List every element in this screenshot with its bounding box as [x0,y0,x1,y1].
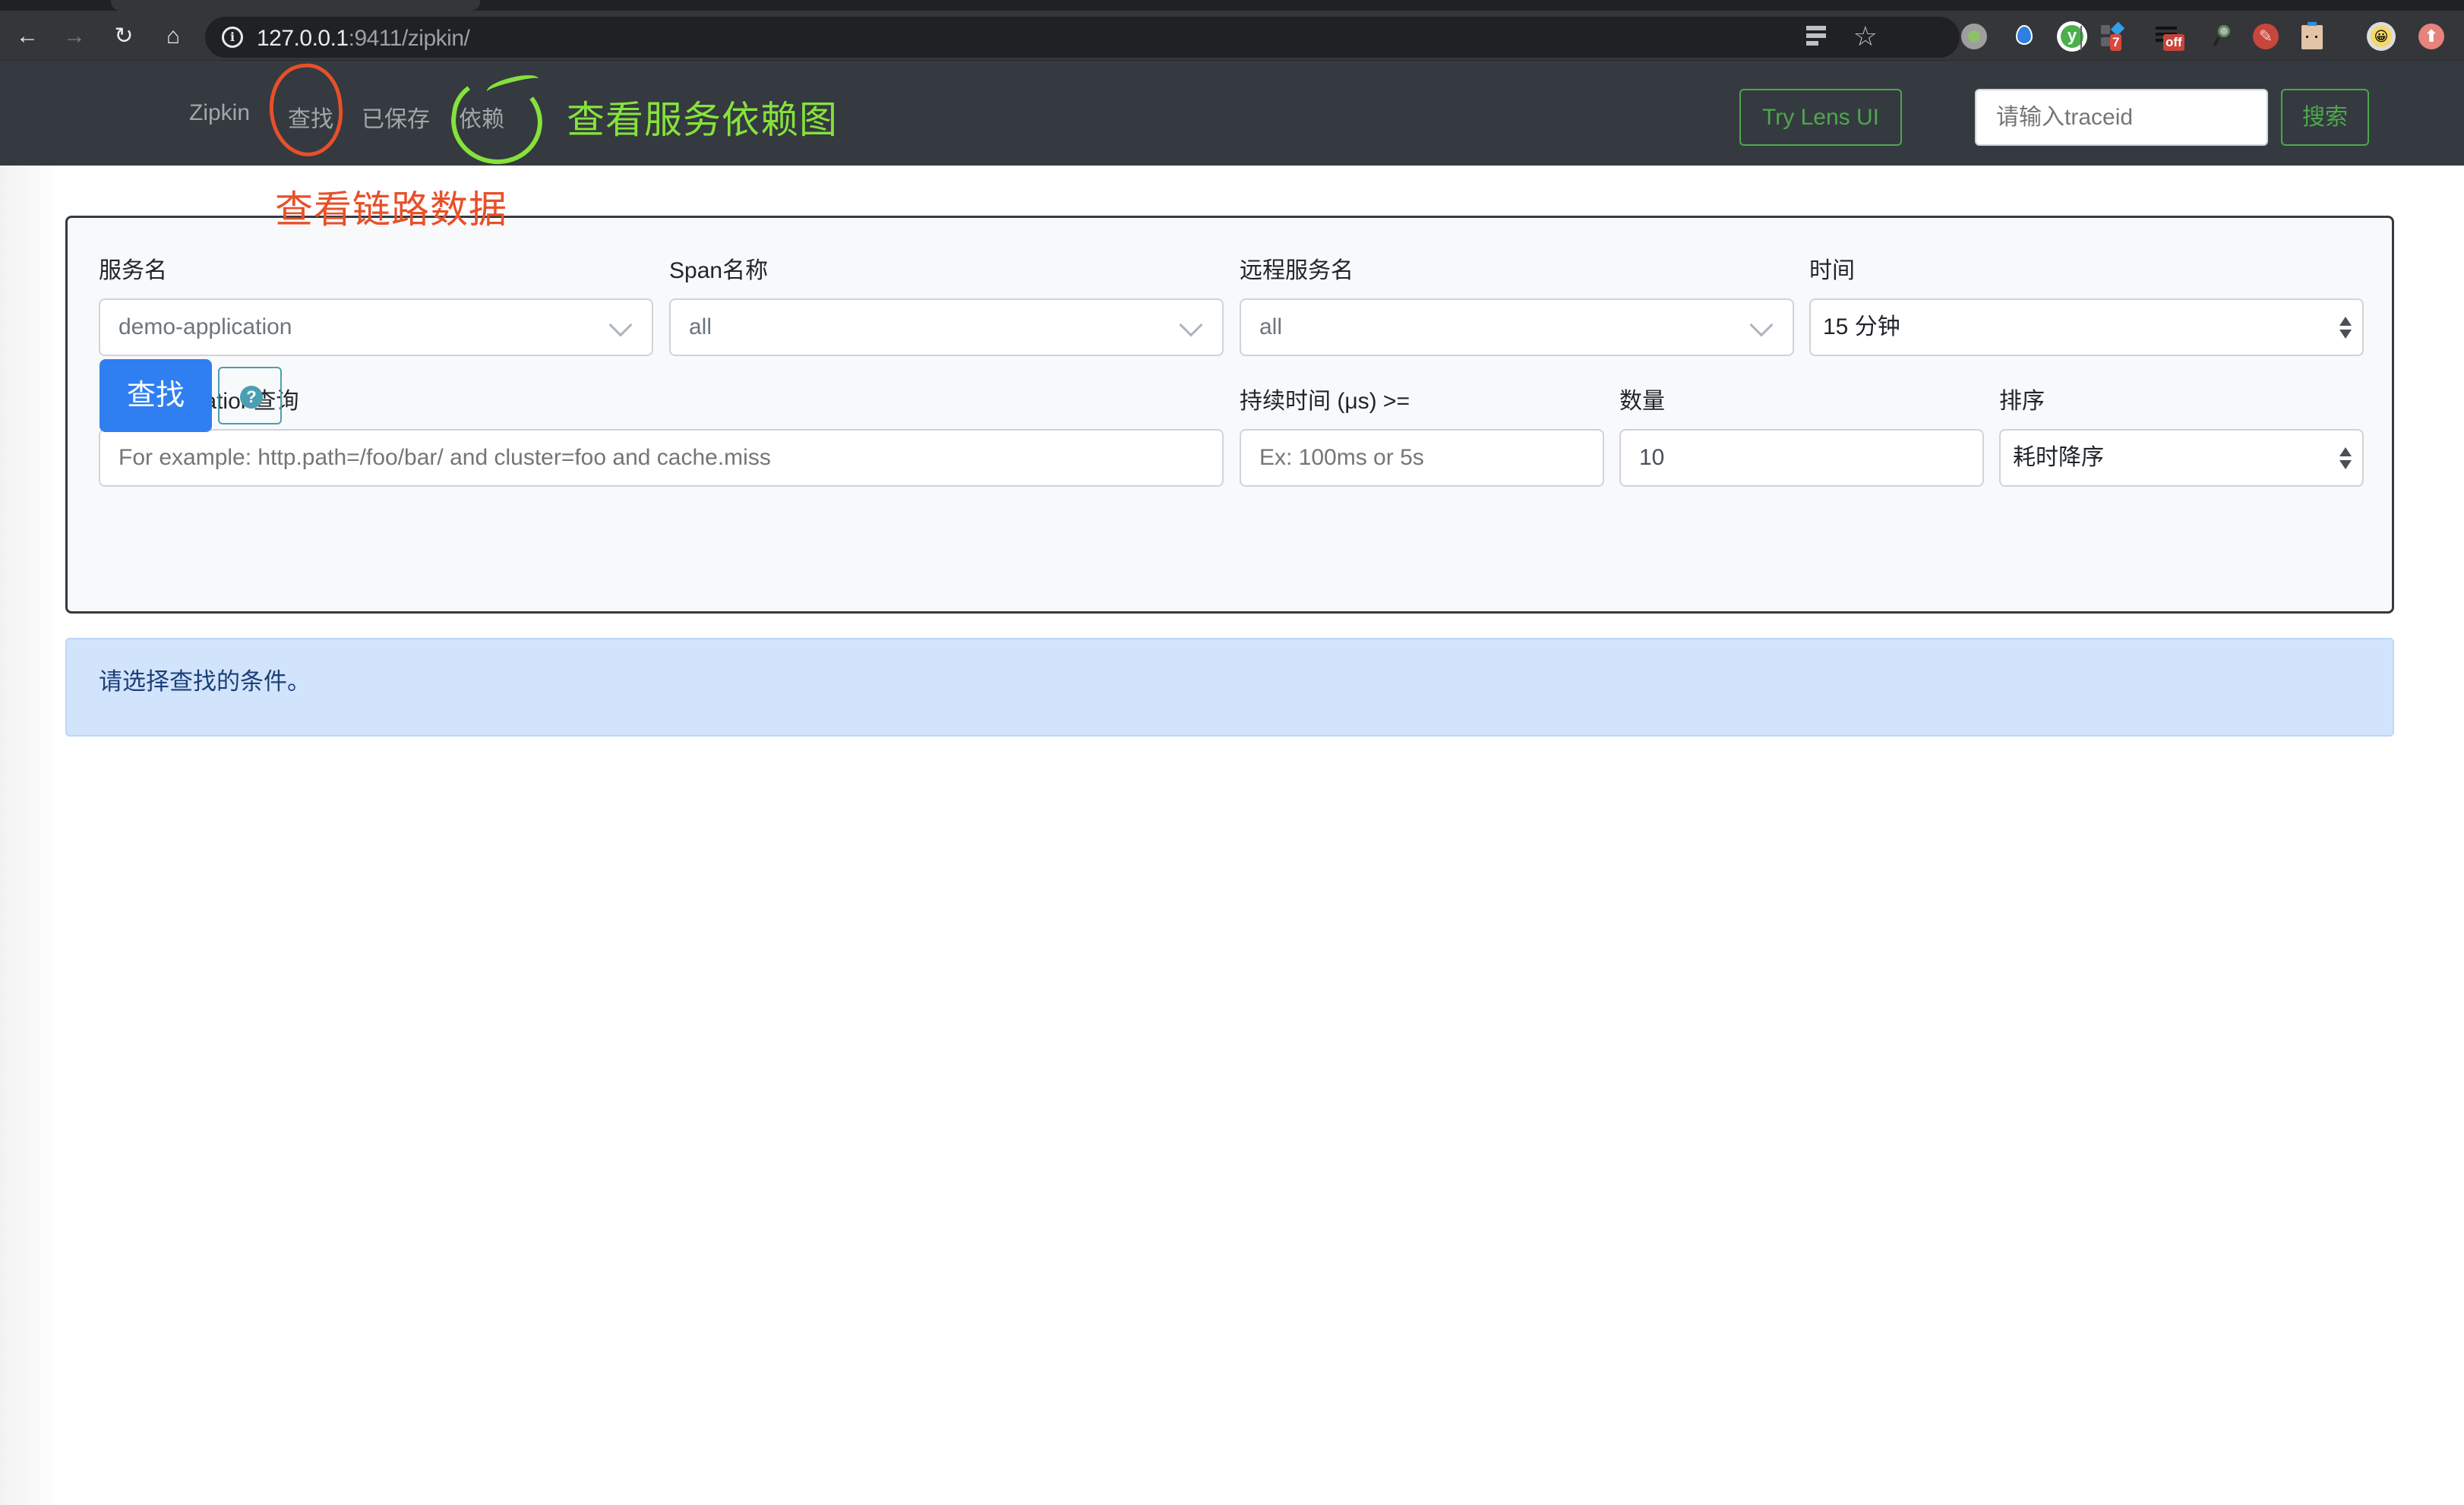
try-lens-ui-button[interactable]: Try Lens UI [1739,89,1902,146]
service-name-select[interactable]: demo-application [99,298,653,356]
duration-label: 持续时间 (μs) >= [1240,389,1410,414]
upload-extension-icon[interactable]: ⬆ [2418,24,2444,49]
nav-brand-zipkin[interactable]: Zipkin [189,100,250,126]
list-extension-icon[interactable]: off [2156,24,2184,51]
remote-service-label: 远程服务名 [1240,258,1354,283]
span-name-value: all [689,314,712,339]
remote-service-value: all [1259,314,1283,339]
time-label: 时间 [1809,258,1855,283]
info-alert: 请选择查找的条件。 [65,638,2394,737]
bookmark-star-icon[interactable]: ☆ [1853,21,1878,52]
annotation-find-note: 查看链路数据 [275,188,507,231]
find-button[interactable]: 查找 [100,359,212,432]
home-icon[interactable]: ⌂ [158,21,188,52]
select-arrows-icon [2339,447,2352,472]
y-extension-icon[interactable]: y [2057,21,2087,52]
nav-link-saved[interactable]: 已保存 [362,100,430,134]
plug-extension-icon[interactable]: ✎ [2253,24,2279,49]
search-form: 服务名 demo-application Span名称 all 远程服务名 al… [65,216,2394,614]
sort-select[interactable]: 耗时降序 [1999,429,2364,487]
reader-mode-icon[interactable] [1806,26,1826,47]
traceid-search-button[interactable]: 搜索 [2281,89,2369,146]
site-info-icon[interactable]: i [222,27,243,48]
sort-value: 耗时降序 [2013,445,2104,470]
time-value: 15 分钟 [1823,314,1900,339]
green-dot-extension-icon[interactable] [1961,24,1987,49]
reload-icon[interactable]: ↻ [109,21,139,52]
paper-bag-extension-icon[interactable] [2301,22,2323,49]
chevron-down-icon [1749,313,1774,337]
help-button[interactable]: ? [218,367,282,424]
service-name-value: demo-application [118,314,292,339]
forward-arrow-icon[interactable]: → [59,21,90,52]
annotation-query-input[interactable] [99,429,1224,487]
time-select[interactable]: 15 分钟 [1809,298,2364,356]
limit-input[interactable] [1619,429,1984,487]
smiley-extension-icon[interactable]: 😀 [2367,22,2396,51]
back-arrow-icon[interactable]: ← [12,21,43,52]
limit-label: 数量 [1619,389,1665,414]
select-arrows-icon [2339,317,2352,341]
remote-service-select[interactable]: all [1240,298,1794,356]
tiles-badge: 7 [2110,34,2122,51]
chevron-down-icon [1179,313,1203,337]
blue-diamond-extension-icon[interactable] [2011,24,2037,49]
url-path: :9411/zipkin/ [348,26,470,51]
span-name-label: Span名称 [669,258,769,283]
question-circle-icon: ? [240,386,263,409]
url-host: 127.0.0.1 [257,26,349,51]
magnifier-extension-icon[interactable] [2210,24,2236,49]
list-badge: off [2163,34,2184,51]
tiles-extension-icon[interactable]: 7 [2101,21,2127,51]
traceid-input[interactable] [1975,89,2268,146]
toolbar-separator [2080,26,2082,50]
span-name-select[interactable]: all [669,298,1224,356]
chevron-down-icon [608,313,633,337]
active-tab[interactable] [111,0,480,11]
browser-toolbar: ← → ↻ ⌂ i 127.0.0.1:9411/zipkin/ ☆ y 7 o… [0,11,2464,61]
zipkin-navbar: Zipkin 查找 已保存 依赖 Try Lens UI 搜索 [0,61,2464,166]
browser-tab-strip [0,0,2464,11]
alert-message: 请选择查找的条件。 [99,668,311,695]
left-edge-shadow [0,166,61,1505]
duration-input[interactable] [1240,429,1604,487]
service-name-label: 服务名 [99,258,167,283]
url-text[interactable]: 127.0.0.1:9411/zipkin/ [257,26,470,52]
address-bar[interactable]: i 127.0.0.1:9411/zipkin/ ☆ [205,17,1960,58]
sort-label: 排序 [1999,389,2045,414]
annotation-deps-note: 查看服务依赖图 [567,99,838,141]
